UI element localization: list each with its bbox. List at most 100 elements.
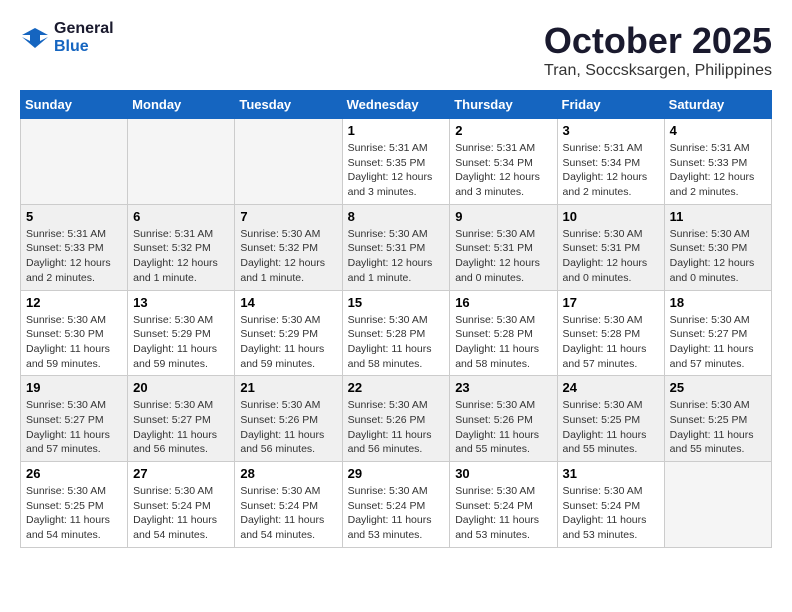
day-info: Sunrise: 5:30 AM Sunset: 5:28 PM Dayligh…	[348, 313, 445, 372]
calendar-cell: 27 Sunrise: 5:30 AM Sunset: 5:24 PM Dayli…	[128, 462, 235, 548]
day-number: 12	[26, 295, 122, 310]
day-number: 24	[563, 380, 659, 395]
day-info: Sunrise: 5:30 AM Sunset: 5:32 PM Dayligh…	[240, 227, 336, 286]
day-number: 19	[26, 380, 122, 395]
day-number: 21	[240, 380, 336, 395]
day-info: Sunrise: 5:30 AM Sunset: 5:24 PM Dayligh…	[563, 484, 659, 543]
day-info: Sunrise: 5:30 AM Sunset: 5:26 PM Dayligh…	[348, 398, 445, 457]
day-number: 11	[670, 209, 766, 224]
day-info: Sunrise: 5:31 AM Sunset: 5:33 PM Dayligh…	[26, 227, 122, 286]
day-info: Sunrise: 5:30 AM Sunset: 5:29 PM Dayligh…	[240, 313, 336, 372]
day-info: Sunrise: 5:30 AM Sunset: 5:24 PM Dayligh…	[133, 484, 229, 543]
calendar-cell: 29 Sunrise: 5:30 AM Sunset: 5:24 PM Dayli…	[342, 462, 450, 548]
day-number: 3	[563, 123, 659, 138]
calendar-cell: 11 Sunrise: 5:30 AM Sunset: 5:30 PM Dayli…	[664, 204, 771, 290]
day-info: Sunrise: 5:30 AM Sunset: 5:31 PM Dayligh…	[348, 227, 445, 286]
day-info: Sunrise: 5:30 AM Sunset: 5:27 PM Dayligh…	[670, 313, 766, 372]
day-info: Sunrise: 5:31 AM Sunset: 5:34 PM Dayligh…	[455, 141, 551, 200]
day-info: Sunrise: 5:30 AM Sunset: 5:31 PM Dayligh…	[563, 227, 659, 286]
day-number: 2	[455, 123, 551, 138]
calendar-cell: 14 Sunrise: 5:30 AM Sunset: 5:29 PM Dayli…	[235, 290, 342, 376]
day-number: 30	[455, 466, 551, 481]
day-info: Sunrise: 5:30 AM Sunset: 5:25 PM Dayligh…	[26, 484, 122, 543]
calendar-week-row: 12 Sunrise: 5:30 AM Sunset: 5:30 PM Dayli…	[21, 290, 772, 376]
day-number: 26	[26, 466, 122, 481]
calendar-cell: 18 Sunrise: 5:30 AM Sunset: 5:27 PM Dayli…	[664, 290, 771, 376]
day-header-thursday: Thursday	[450, 91, 557, 119]
day-number: 25	[670, 380, 766, 395]
calendar-cell: 15 Sunrise: 5:30 AM Sunset: 5:28 PM Dayli…	[342, 290, 450, 376]
day-info: Sunrise: 5:30 AM Sunset: 5:26 PM Dayligh…	[240, 398, 336, 457]
title-section: October 2025 Tran, Soccsksargen, Philipp…	[544, 20, 772, 80]
calendar-cell: 8 Sunrise: 5:30 AM Sunset: 5:31 PM Daylig…	[342, 204, 450, 290]
day-number: 29	[348, 466, 445, 481]
calendar-cell	[128, 119, 235, 205]
day-info: Sunrise: 5:30 AM Sunset: 5:26 PM Dayligh…	[455, 398, 551, 457]
day-number: 31	[563, 466, 659, 481]
day-number: 8	[348, 209, 445, 224]
day-number: 1	[348, 123, 445, 138]
calendar-cell: 31 Sunrise: 5:30 AM Sunset: 5:24 PM Dayli…	[557, 462, 664, 548]
calendar-cell	[21, 119, 128, 205]
calendar-cell: 19 Sunrise: 5:30 AM Sunset: 5:27 PM Dayli…	[21, 376, 128, 462]
calendar-cell: 12 Sunrise: 5:30 AM Sunset: 5:30 PM Dayli…	[21, 290, 128, 376]
calendar-cell: 1 Sunrise: 5:31 AM Sunset: 5:35 PM Daylig…	[342, 119, 450, 205]
day-info: Sunrise: 5:30 AM Sunset: 5:28 PM Dayligh…	[563, 313, 659, 372]
calendar-cell: 7Sunrise: 5:30 AM Sunset: 5:32 PM Daylig…	[235, 204, 342, 290]
day-number: 28	[240, 466, 336, 481]
calendar-week-row: 5 Sunrise: 5:31 AM Sunset: 5:33 PM Daylig…	[21, 204, 772, 290]
day-header-wednesday: Wednesday	[342, 91, 450, 119]
calendar-cell: 9Sunrise: 5:30 AM Sunset: 5:31 PM Daylig…	[450, 204, 557, 290]
month-title: October 2025	[544, 20, 772, 62]
calendar-week-row: 26 Sunrise: 5:30 AM Sunset: 5:25 PM Dayli…	[21, 462, 772, 548]
day-info: Sunrise: 5:30 AM Sunset: 5:25 PM Dayligh…	[563, 398, 659, 457]
day-header-monday: Monday	[128, 91, 235, 119]
calendar-cell: 13Sunrise: 5:30 AM Sunset: 5:29 PM Dayli…	[128, 290, 235, 376]
day-info: Sunrise: 5:30 AM Sunset: 5:24 PM Dayligh…	[348, 484, 445, 543]
calendar-week-row: 19 Sunrise: 5:30 AM Sunset: 5:27 PM Dayli…	[21, 376, 772, 462]
calendar-cell: 20 Sunrise: 5:30 AM Sunset: 5:27 PM Dayli…	[128, 376, 235, 462]
day-number: 15	[348, 295, 445, 310]
day-info: Sunrise: 5:30 AM Sunset: 5:30 PM Dayligh…	[26, 313, 122, 372]
day-header-friday: Friday	[557, 91, 664, 119]
day-info: Sunrise: 5:30 AM Sunset: 5:24 PM Dayligh…	[455, 484, 551, 543]
calendar-cell: 24 Sunrise: 5:30 AM Sunset: 5:25 PM Dayli…	[557, 376, 664, 462]
day-info: Sunrise: 5:31 AM Sunset: 5:32 PM Dayligh…	[133, 227, 229, 286]
day-info: Sunrise: 5:30 AM Sunset: 5:25 PM Dayligh…	[670, 398, 766, 457]
day-number: 20	[133, 380, 229, 395]
day-number: 17	[563, 295, 659, 310]
day-info: Sunrise: 5:31 AM Sunset: 5:35 PM Dayligh…	[348, 141, 445, 200]
day-info: Sunrise: 5:31 AM Sunset: 5:34 PM Dayligh…	[563, 141, 659, 200]
calendar-cell: 2 Sunrise: 5:31 AM Sunset: 5:34 PM Daylig…	[450, 119, 557, 205]
day-number: 6	[133, 209, 229, 224]
calendar-cell: 21 Sunrise: 5:30 AM Sunset: 5:26 PM Dayli…	[235, 376, 342, 462]
calendar-cell: 22Sunrise: 5:30 AM Sunset: 5:26 PM Dayli…	[342, 376, 450, 462]
calendar-cell: 4 Sunrise: 5:31 AM Sunset: 5:33 PM Daylig…	[664, 119, 771, 205]
day-number: 10	[563, 209, 659, 224]
day-info: Sunrise: 5:30 AM Sunset: 5:27 PM Dayligh…	[133, 398, 229, 457]
calendar-cell	[664, 462, 771, 548]
day-number: 27	[133, 466, 229, 481]
day-number: 23	[455, 380, 551, 395]
day-header-sunday: Sunday	[21, 91, 128, 119]
calendar-cell: 26 Sunrise: 5:30 AM Sunset: 5:25 PM Dayli…	[21, 462, 128, 548]
day-info: Sunrise: 5:30 AM Sunset: 5:29 PM Dayligh…	[133, 313, 229, 372]
calendar-cell: 17 Sunrise: 5:30 AM Sunset: 5:28 PM Dayli…	[557, 290, 664, 376]
calendar-cell: 28Sunrise: 5:30 AM Sunset: 5:24 PM Dayli…	[235, 462, 342, 548]
day-number: 14	[240, 295, 336, 310]
day-info: Sunrise: 5:31 AM Sunset: 5:33 PM Dayligh…	[670, 141, 766, 200]
calendar-header-row: SundayMondayTuesdayWednesdayThursdayFrid…	[21, 91, 772, 119]
day-info: Sunrise: 5:30 AM Sunset: 5:27 PM Dayligh…	[26, 398, 122, 457]
day-info: Sunrise: 5:30 AM Sunset: 5:28 PM Dayligh…	[455, 313, 551, 372]
day-info: Sunrise: 5:30 AM Sunset: 5:30 PM Dayligh…	[670, 227, 766, 286]
logo: General Blue	[20, 20, 114, 55]
calendar-cell: 25 Sunrise: 5:30 AM Sunset: 5:25 PM Dayli…	[664, 376, 771, 462]
calendar-cell: 23 Sunrise: 5:30 AM Sunset: 5:26 PM Dayli…	[450, 376, 557, 462]
day-number: 4	[670, 123, 766, 138]
day-number: 18	[670, 295, 766, 310]
day-header-saturday: Saturday	[664, 91, 771, 119]
day-number: 5	[26, 209, 122, 224]
day-number: 9	[455, 209, 551, 224]
day-number: 16	[455, 295, 551, 310]
calendar-cell: 5 Sunrise: 5:31 AM Sunset: 5:33 PM Daylig…	[21, 204, 128, 290]
